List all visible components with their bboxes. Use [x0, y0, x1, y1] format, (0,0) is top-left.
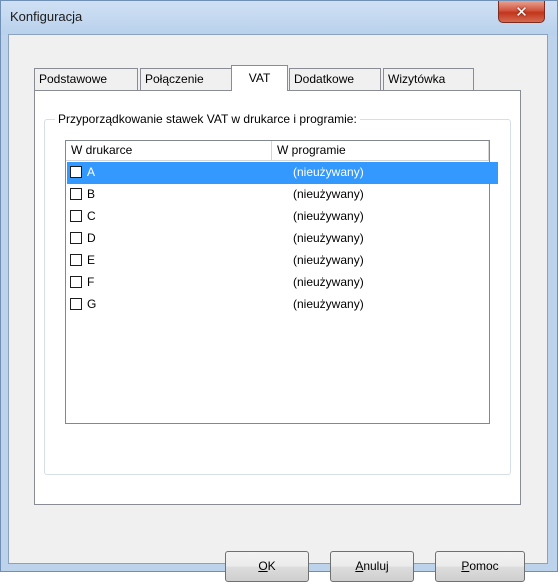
list-item[interactable]: D (nieużywany): [67, 228, 498, 250]
row-checkbox[interactable]: [70, 298, 82, 310]
help-button[interactable]: Pomoc: [435, 551, 525, 582]
tab-podstawowe[interactable]: Podstawowe: [34, 68, 138, 90]
list-item[interactable]: C (nieużywany): [67, 206, 498, 228]
row-program-rate: (nieużywany): [293, 297, 364, 311]
row-checkbox[interactable]: [70, 166, 82, 178]
close-button[interactable]: ✕: [498, 1, 545, 23]
tab-dodatkowe[interactable]: Dodatkowe: [289, 68, 381, 90]
row-checkbox[interactable]: [70, 210, 82, 222]
list-item[interactable]: B (nieużywany): [67, 184, 498, 206]
row-checkbox[interactable]: [70, 276, 82, 288]
row-printer-rate: D: [87, 231, 96, 245]
row-program-rate: (nieużywany): [293, 275, 364, 289]
list-item[interactable]: F (nieużywany): [67, 272, 498, 294]
tab-vat[interactable]: VAT: [231, 65, 288, 91]
cancel-button[interactable]: Anuluj: [330, 551, 414, 582]
row-printer-rate: E: [87, 253, 96, 267]
title-bar[interactable]: Konfiguracja ✕: [1, 1, 557, 35]
vat-mapping-group: Przyporządkowanie stawek VAT w drukarce …: [44, 112, 511, 475]
row-program-rate: (nieużywany): [293, 231, 364, 245]
row-program-rate: (nieużywany): [293, 253, 364, 267]
row-program-rate: (nieużywany): [293, 165, 364, 179]
dialog-client-area: Podstawowe Połączenie VAT Dodatkowe Wizy…: [8, 34, 548, 582]
list-item[interactable]: A (nieużywany): [67, 162, 498, 184]
tab-polaczenie[interactable]: Połączenie: [140, 68, 236, 90]
list-item[interactable]: G (nieużywany): [67, 294, 498, 316]
row-program-rate: (nieużywany): [293, 209, 364, 223]
vat-list[interactable]: W drukarce W programie A (nieużywany) B (ni…: [65, 140, 498, 424]
group-legend: Przyporządkowanie stawek VAT w drukarce …: [55, 112, 360, 126]
list-item[interactable]: E (nieużywany): [67, 250, 498, 272]
row-checkbox[interactable]: [70, 232, 82, 244]
row-printer-rate: C: [87, 209, 96, 223]
row-checkbox[interactable]: [70, 188, 82, 200]
row-printer-rate: A: [87, 165, 96, 179]
row-checkbox[interactable]: [70, 254, 82, 266]
row-printer-rate: G: [87, 297, 97, 311]
row-printer-rate: B: [87, 187, 96, 201]
ok-button[interactable]: OK: [225, 551, 309, 582]
tab-wizytowka[interactable]: Wizytówka: [383, 68, 474, 90]
column-header-printer[interactable]: W drukarce: [66, 141, 272, 161]
close-icon: ✕: [515, 2, 528, 21]
row-program-rate: (nieużywany): [293, 187, 364, 201]
row-printer-rate: F: [87, 275, 95, 289]
window-title: Konfiguracja: [10, 9, 83, 24]
column-header-program[interactable]: W programie: [272, 141, 489, 161]
